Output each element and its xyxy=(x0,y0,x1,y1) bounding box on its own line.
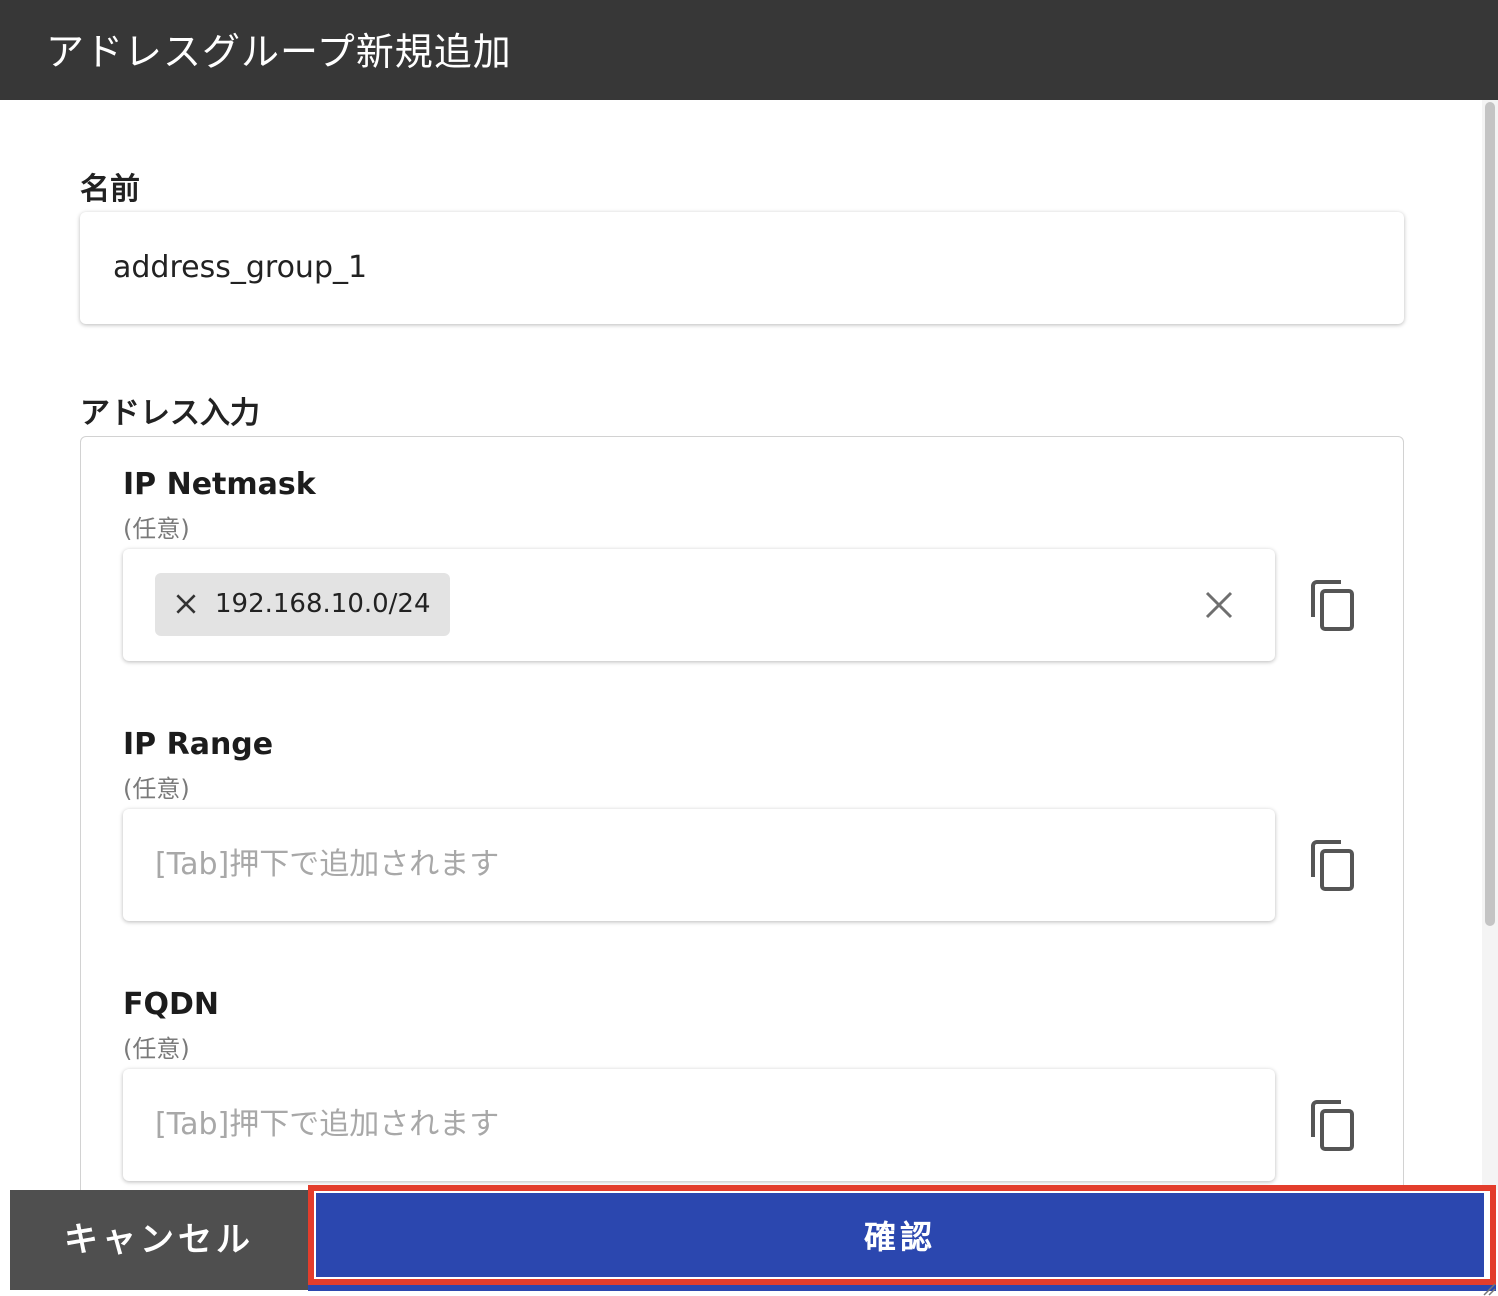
dialog-body[interactable]: 名前 address_group_1 アドレス入力 IP Netmask (任意… xyxy=(0,100,1482,1190)
ip-range-input[interactable]: [Tab]押下で追加されます xyxy=(123,809,1275,921)
ip-netmask-input[interactable]: 192.168.10.0/24 xyxy=(123,549,1275,661)
ip-range-title: IP Range xyxy=(123,727,274,762)
address-chip: 192.168.10.0/24 xyxy=(155,573,450,636)
copy-icon[interactable] xyxy=(1307,1097,1359,1153)
name-label: 名前 xyxy=(80,172,140,207)
cancel-button[interactable]: キャンセル xyxy=(10,1190,308,1290)
ip-netmask-title: IP Netmask xyxy=(123,467,316,502)
fqdn-input[interactable]: [Tab]押下で追加されます xyxy=(123,1069,1275,1181)
confirm-button[interactable]: 確認 xyxy=(316,1193,1484,1277)
confirm-button-underlay xyxy=(308,1285,1496,1291)
ip-range-placeholder: [Tab]押下で追加されます xyxy=(155,847,500,882)
resize-grip-icon[interactable] xyxy=(1480,1280,1496,1296)
close-icon[interactable] xyxy=(173,591,199,617)
scrollbar-thumb[interactable] xyxy=(1485,102,1495,926)
address-input-panel: IP Netmask (任意) 192.168.10.0/24 IP Range… xyxy=(80,436,1404,1190)
fqdn-title: FQDN xyxy=(123,987,220,1022)
name-input[interactable]: address_group_1 xyxy=(80,212,1404,324)
dialog-title: アドレスグループ新規追加 xyxy=(46,30,512,74)
chip-label: 192.168.10.0/24 xyxy=(215,589,431,619)
close-icon[interactable] xyxy=(1203,589,1235,621)
copy-icon[interactable] xyxy=(1307,577,1359,633)
copy-icon[interactable] xyxy=(1307,837,1359,893)
address-input-label: アドレス入力 xyxy=(80,396,260,431)
dialog-header: アドレスグループ新規追加 xyxy=(0,0,1498,100)
fqdn-optional-note: (任意) xyxy=(123,1035,190,1063)
ip-netmask-optional-note: (任意) xyxy=(123,515,190,543)
ip-range-optional-note: (任意) xyxy=(123,775,190,803)
fqdn-placeholder: [Tab]押下で追加されます xyxy=(155,1107,500,1142)
